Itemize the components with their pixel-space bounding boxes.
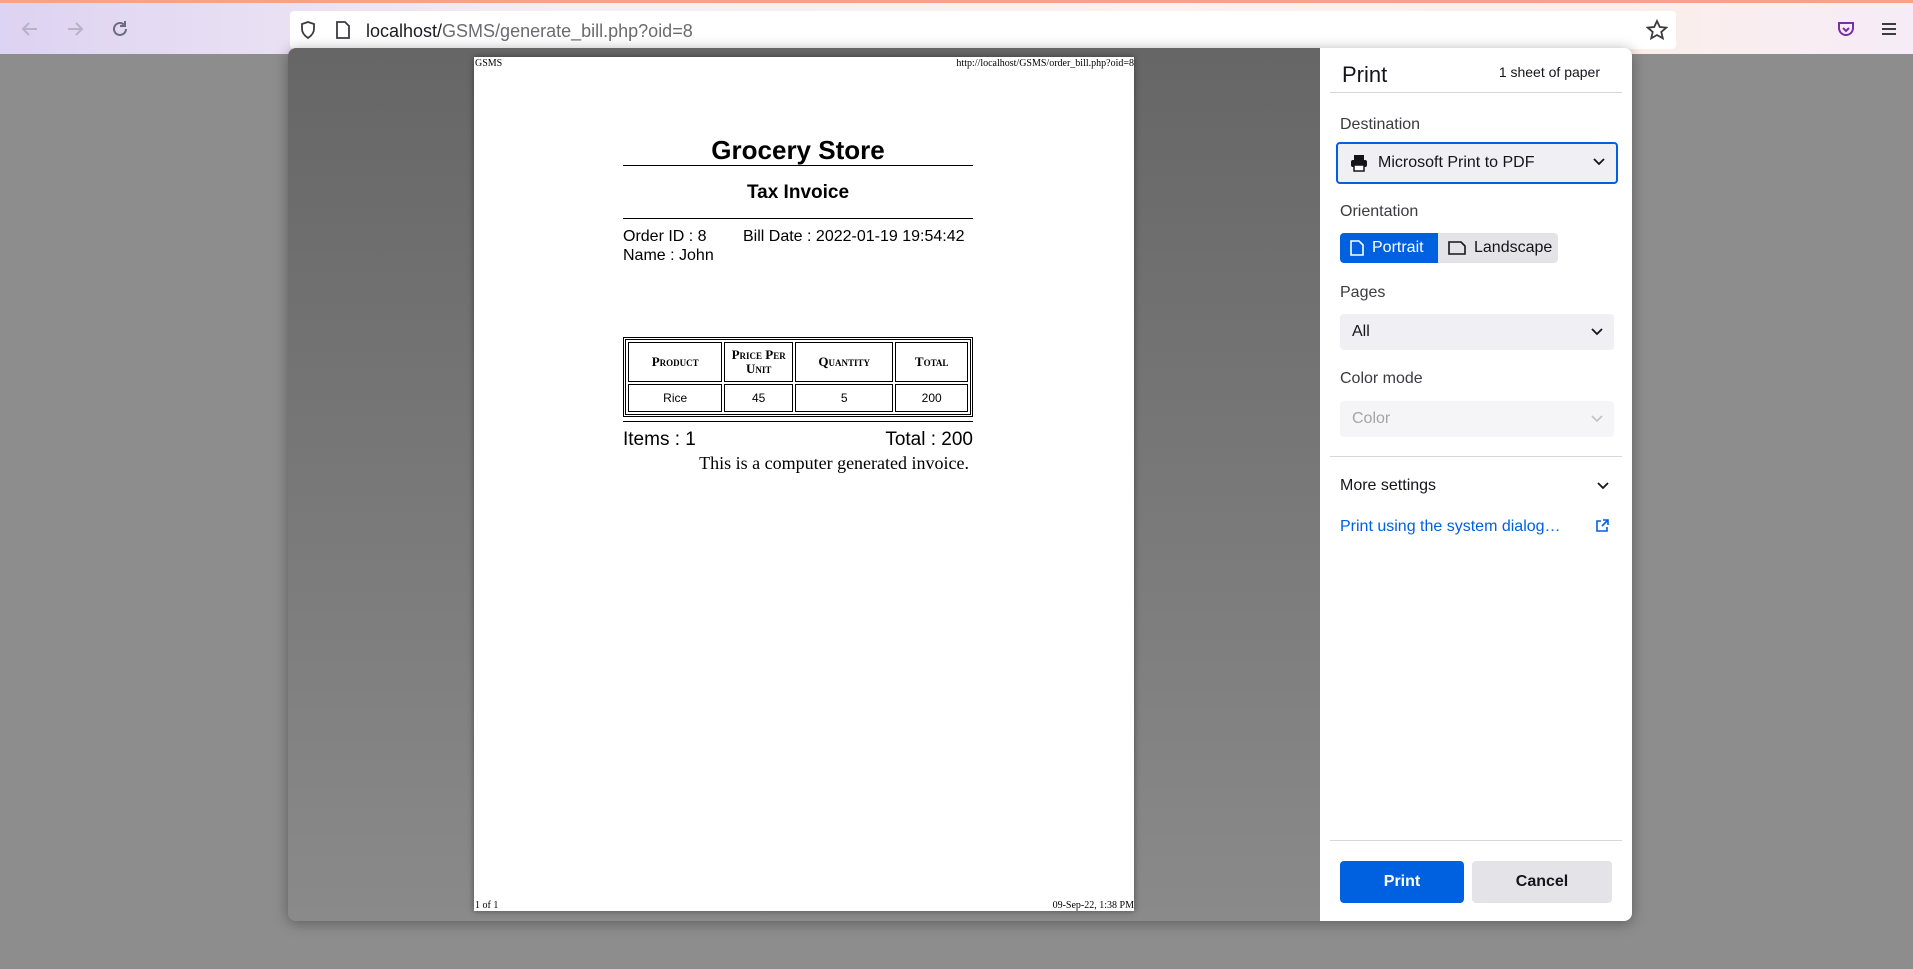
page-header-right: http://localhost/GSMS/order_bill.php?oid… [956,58,1134,69]
cell-total: 200 [895,384,968,412]
invoice-table: Product Price Per Unit Quantity Total Ri… [623,337,973,417]
invoice-title: Tax Invoice [746,182,850,203]
store-name: Grocery Store [711,135,885,165]
color-mode-select[interactable]: Color [1340,401,1614,437]
generated-note: This is a computer generated invoice. [699,453,969,473]
table-row: Rice 45 5 200 [628,384,968,412]
system-dialog-label: Print using the system dialog… [1340,518,1561,535]
back-button[interactable] [16,17,44,45]
reload-icon [110,19,130,44]
url-host: localhost/ [366,21,443,41]
pages-value: All [1352,323,1370,340]
cell-quantity: 5 [794,384,894,412]
cancel-button[interactable]: Cancel [1472,861,1612,903]
items-count: Items : 1 [623,429,696,450]
cell-price: 45 [724,384,793,412]
browser-toolbar: localhost/GSMS/generate_bill.php?oid=8 [0,0,1913,54]
external-link-icon [1594,518,1610,539]
orientation-label: Orientation [1340,203,1419,220]
bookmark-star-icon[interactable] [1645,18,1669,46]
invoice-totals: Items : 1 Total : 200 [623,421,973,453]
chevron-down-icon [1592,154,1606,173]
url-path: GSMS/generate_bill.php?oid=8 [442,21,693,41]
divider [623,165,973,166]
landscape-page-icon [1448,241,1474,255]
pages-label: Pages [1340,284,1386,301]
print-preview-area: GSMS http://localhost/GSMS/order_bill.ph… [288,48,1320,921]
chevron-down-icon [1590,324,1604,343]
forward-arrow-icon [65,19,85,44]
divider [1330,456,1622,457]
invoice: Grocery Store Tax Invoice Order ID : 8 B… [623,135,973,474]
back-arrow-icon [20,19,40,44]
portrait-button[interactable]: Portrait [1340,233,1438,263]
printer-icon [1350,154,1368,172]
column-header: Quantity [794,342,894,382]
chevron-down-icon [1590,411,1604,430]
url-bar[interactable]: localhost/GSMS/generate_bill.php?oid=8 [290,11,1676,49]
column-header: Product [628,342,723,382]
order-id: Order ID : 8 [623,228,707,245]
destination-value: Microsoft Print to PDF [1378,154,1535,171]
url-text[interactable]: localhost/GSMS/generate_bill.php?oid=8 [366,21,693,42]
page-header-left: GSMS [475,58,503,69]
reload-button[interactable] [106,17,134,45]
orientation-toggle: Portrait Landscape [1340,233,1558,263]
forward-button[interactable] [61,17,89,45]
landscape-label: Landscape [1474,239,1553,256]
system-dialog-link[interactable]: Print using the system dialog… [1340,518,1614,536]
pocket-icon[interactable] [1836,19,1856,44]
landscape-button[interactable]: Landscape [1438,233,1558,263]
more-settings-label: More settings [1340,477,1437,494]
more-settings-toggle[interactable]: More settings [1340,477,1614,495]
customer-name: Name : John [623,247,714,264]
bill-date: Bill Date : 2022-01-19 19:54:42 [743,228,965,245]
table-header-row: Product Price Per Unit Quantity Total [628,342,968,382]
invoice-meta: Order ID : 8 Bill Date : 2022-01-19 19:5… [623,227,973,267]
chevron-down-icon [1596,478,1610,497]
grand-total: Total : 200 [885,429,973,450]
destination-select[interactable]: Microsoft Print to PDF [1336,142,1618,184]
print-button[interactable]: Print [1340,861,1464,903]
page-footer-right: 09-Sep-22, 1:38 PM [1052,900,1134,911]
cell-product: Rice [628,384,723,412]
preview-page: GSMS http://localhost/GSMS/order_bill.ph… [474,57,1134,911]
divider [1330,92,1622,93]
print-settings-panel: Print 1 sheet of paper Destination Micro… [1320,48,1632,921]
tracking-shield-icon[interactable] [298,20,318,45]
print-dialog: GSMS http://localhost/GSMS/order_bill.ph… [288,48,1632,921]
divider [1330,840,1622,841]
menu-icon[interactable] [1880,20,1898,43]
destination-label: Destination [1340,116,1421,133]
column-header: Total [895,342,968,382]
page-footer-left: 1 of 1 [475,900,499,911]
color-mode-label: Color mode [1340,370,1423,387]
divider [623,218,973,219]
panel-title: Print [1342,62,1388,87]
pages-select[interactable]: All [1340,314,1614,350]
sheet-count: 1 sheet of paper [1498,64,1600,80]
portrait-label: Portrait [1372,239,1424,256]
page-info-icon[interactable] [334,20,352,45]
color-mode-value: Color [1352,410,1391,427]
column-header: Price Per Unit [724,342,793,382]
portrait-page-icon [1350,240,1372,256]
